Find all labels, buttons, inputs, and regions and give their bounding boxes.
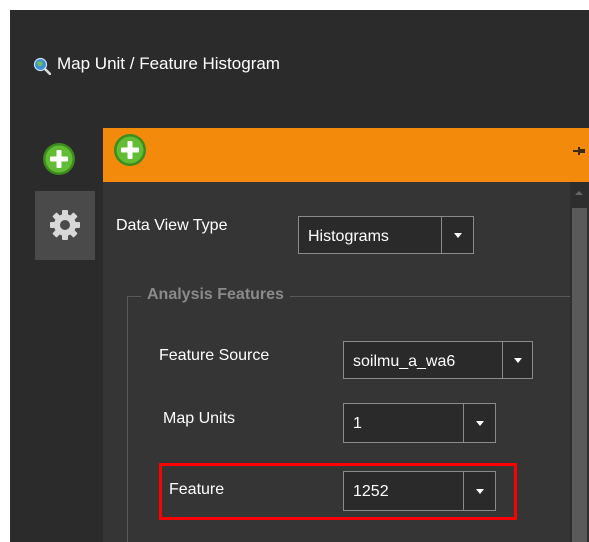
data-view-type-dropdown[interactable]: Histograms	[298, 216, 474, 254]
feature-label: Feature	[169, 481, 225, 498]
vertical-scrollbar[interactable]	[570, 182, 589, 542]
gear-icon	[50, 210, 80, 240]
settings-button[interactable]	[35, 191, 95, 260]
settings-panel: Data View Type Histograms Analysis Featu…	[103, 182, 589, 542]
feature-dropdown[interactable]: 1252	[343, 471, 496, 511]
feature-source-value: soilmu_a_wa6	[353, 353, 456, 370]
panel-header	[103, 128, 589, 182]
feature-source-dropdown[interactable]: soilmu_a_wa6	[343, 341, 533, 379]
feature-value: 1252	[353, 483, 389, 500]
data-view-type-value: Histograms	[308, 228, 389, 245]
group-title: Analysis Features	[141, 286, 290, 304]
pin-icon[interactable]	[573, 145, 585, 157]
chevron-down-icon[interactable]	[441, 217, 473, 253]
title-bar: Map Unit / Feature Histogram	[10, 10, 589, 120]
chevron-down-icon[interactable]	[463, 404, 495, 442]
map-units-dropdown[interactable]: 1	[343, 403, 496, 443]
plus-icon[interactable]	[113, 133, 147, 167]
chevron-down-icon[interactable]	[502, 342, 532, 378]
scrollbar-thumb[interactable]	[572, 208, 587, 542]
map-units-value: 1	[353, 415, 362, 432]
chevron-down-icon[interactable]	[463, 472, 495, 510]
window-title: Map Unit / Feature Histogram	[57, 54, 280, 73]
data-view-type-label: Data View Type	[116, 217, 228, 234]
app-window: Map Unit / Feature Histogram Data View T…	[10, 10, 589, 542]
feature-source-label: Feature Source	[159, 347, 270, 364]
magnifier-globe-icon	[33, 57, 51, 75]
scroll-up-arrow-icon[interactable]	[575, 191, 583, 195]
map-units-label: Map Units	[163, 410, 236, 427]
plus-icon[interactable]	[42, 142, 76, 176]
